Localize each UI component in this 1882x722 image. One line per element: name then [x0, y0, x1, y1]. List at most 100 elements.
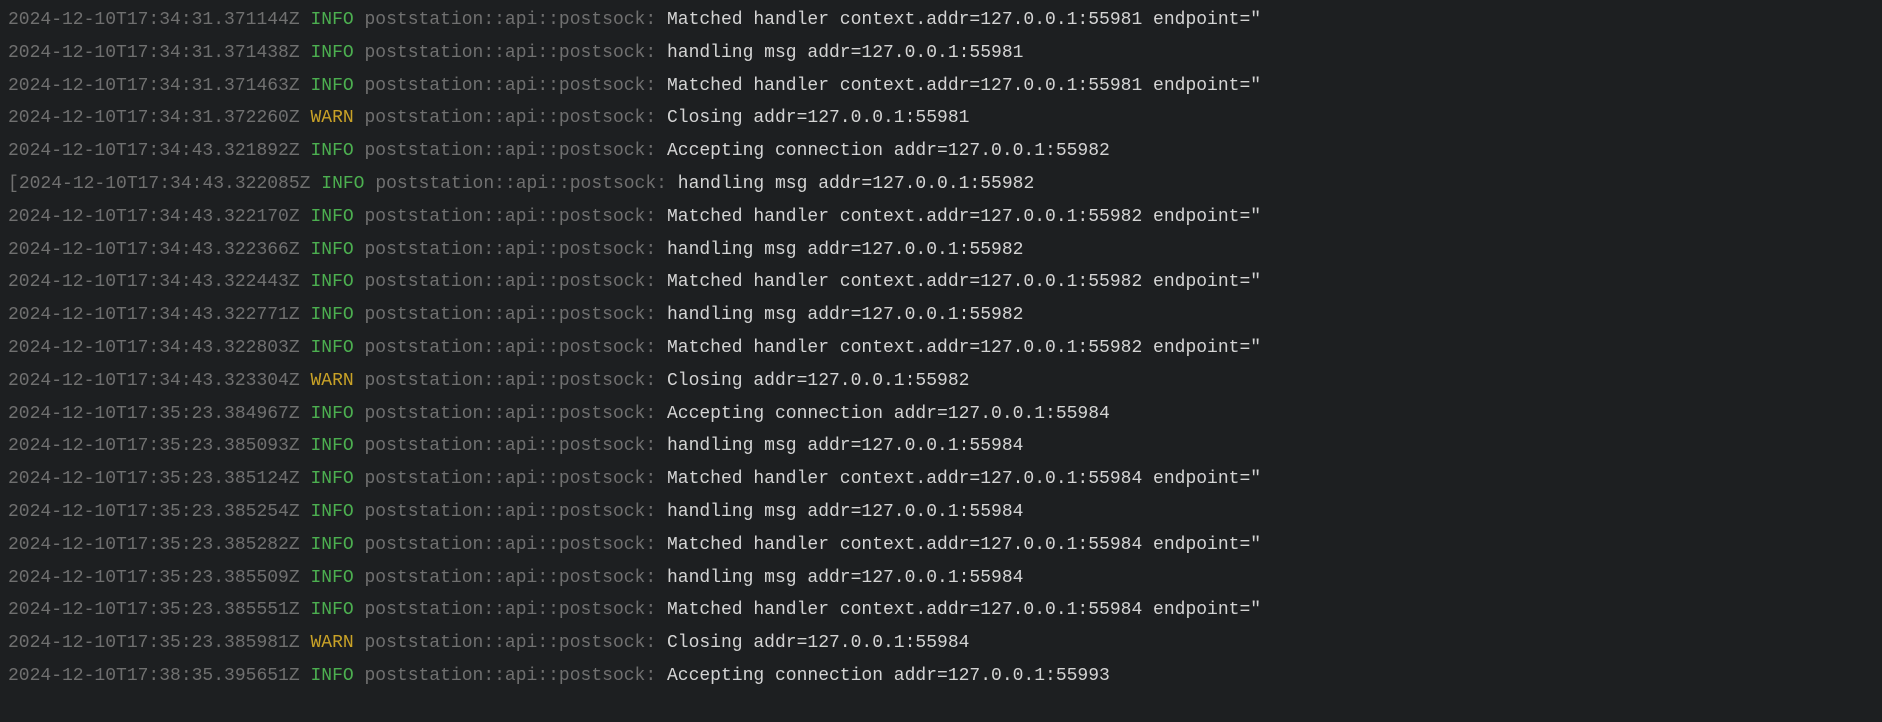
log-level: INFO	[310, 240, 353, 260]
log-timestamp: 2024-12-10T17:35:23.385282Z	[8, 535, 300, 555]
log-line: 2024-12-10T17:35:23.385124Z INFO poststa…	[8, 463, 1874, 496]
log-line: 2024-12-10T17:35:23.385093Z INFO poststa…	[8, 430, 1874, 463]
log-line: 2024-12-10T17:35:23.385282Z INFO poststa…	[8, 529, 1874, 562]
log-module: poststation::api::postsock:	[365, 502, 657, 522]
log-level: INFO	[310, 404, 353, 424]
log-level: INFO	[310, 43, 353, 63]
log-level: INFO	[310, 600, 353, 620]
log-level: WARN	[310, 633, 353, 653]
log-line: 2024-12-10T17:34:43.323304Z WARN poststa…	[8, 365, 1874, 398]
log-line: 2024-12-10T17:35:23.384967Z INFO poststa…	[8, 398, 1874, 431]
log-level: INFO	[310, 666, 353, 686]
log-line: 2024-12-10T17:34:31.371144Z INFO poststa…	[8, 4, 1874, 37]
log-module: poststation::api::postsock:	[365, 436, 657, 456]
log-timestamp: 2024-12-10T17:34:31.371144Z	[8, 10, 300, 30]
log-module: poststation::api::postsock:	[365, 568, 657, 588]
log-module: poststation::api::postsock:	[365, 141, 657, 161]
log-line: 2024-12-10T17:35:23.385254Z INFO poststa…	[8, 496, 1874, 529]
log-message: Closing addr=127.0.0.1:55984	[667, 633, 969, 653]
log-message: handling msg addr=127.0.0.1:55984	[667, 502, 1023, 522]
log-message: Matched handler context.addr=127.0.0.1:5…	[667, 10, 1261, 30]
log-message: Matched handler context.addr=127.0.0.1:5…	[667, 272, 1261, 292]
log-line: 2024-12-10T17:34:43.322771Z INFO poststa…	[8, 299, 1874, 332]
log-module: poststation::api::postsock:	[365, 404, 657, 424]
log-timestamp: 2024-12-10T17:34:43.322085Z	[19, 174, 311, 194]
log-timestamp: 2024-12-10T17:34:43.322443Z	[8, 272, 300, 292]
log-line: [2024-12-10T17:34:43.322085Z INFO postst…	[8, 168, 1874, 201]
log-timestamp: 2024-12-10T17:35:23.384967Z	[8, 404, 300, 424]
log-module: poststation::api::postsock:	[365, 76, 657, 96]
log-timestamp: 2024-12-10T17:34:43.322366Z	[8, 240, 300, 260]
log-module: poststation::api::postsock:	[365, 43, 657, 63]
log-level: INFO	[310, 338, 353, 358]
log-module: poststation::api::postsock:	[365, 305, 657, 325]
log-message: Matched handler context.addr=127.0.0.1:5…	[667, 76, 1261, 96]
log-module: poststation::api::postsock:	[365, 272, 657, 292]
log-module: poststation::api::postsock:	[365, 535, 657, 555]
log-level: INFO	[310, 502, 353, 522]
log-level: INFO	[310, 469, 353, 489]
log-timestamp: 2024-12-10T17:34:31.371438Z	[8, 43, 300, 63]
log-line: 2024-12-10T17:34:31.371463Z INFO poststa…	[8, 70, 1874, 103]
log-module: poststation::api::postsock:	[365, 371, 657, 391]
log-message: Accepting connection addr=127.0.0.1:5598…	[667, 404, 1110, 424]
log-message: Accepting connection addr=127.0.0.1:5599…	[667, 666, 1110, 686]
log-level: INFO	[310, 10, 353, 30]
log-module: poststation::api::postsock:	[365, 108, 657, 128]
log-line: 2024-12-10T17:34:43.322366Z INFO poststa…	[8, 234, 1874, 267]
log-timestamp: 2024-12-10T17:35:23.385124Z	[8, 469, 300, 489]
log-message: Matched handler context.addr=127.0.0.1:5…	[667, 338, 1261, 358]
log-message: Accepting connection addr=127.0.0.1:5598…	[667, 141, 1110, 161]
log-timestamp: 2024-12-10T17:35:23.385551Z	[8, 600, 300, 620]
log-timestamp: 2024-12-10T17:34:43.322771Z	[8, 305, 300, 325]
log-module: poststation::api::postsock:	[365, 10, 657, 30]
log-timestamp: 2024-12-10T17:34:43.322803Z	[8, 338, 300, 358]
log-line: 2024-12-10T17:34:43.322803Z INFO poststa…	[8, 332, 1874, 365]
log-line: 2024-12-10T17:34:43.322443Z INFO poststa…	[8, 266, 1874, 299]
log-level: INFO	[321, 174, 364, 194]
log-line: 2024-12-10T17:34:31.371438Z INFO poststa…	[8, 37, 1874, 70]
log-message: Matched handler context.addr=127.0.0.1:5…	[667, 207, 1261, 227]
log-level: INFO	[310, 535, 353, 555]
log-timestamp: 2024-12-10T17:35:23.385254Z	[8, 502, 300, 522]
log-timestamp: 2024-12-10T17:34:31.371463Z	[8, 76, 300, 96]
log-message: handling msg addr=127.0.0.1:55984	[667, 568, 1023, 588]
log-prefix: [	[8, 174, 19, 194]
log-timestamp: 2024-12-10T17:35:23.385093Z	[8, 436, 300, 456]
log-level: INFO	[310, 76, 353, 96]
log-line: 2024-12-10T17:34:31.372260Z WARN poststa…	[8, 102, 1874, 135]
log-timestamp: 2024-12-10T17:34:43.321892Z	[8, 141, 300, 161]
log-message: Closing addr=127.0.0.1:55981	[667, 108, 969, 128]
log-level: INFO	[310, 568, 353, 588]
log-module: poststation::api::postsock:	[365, 633, 657, 653]
log-line: 2024-12-10T17:38:35.395651Z INFO poststa…	[8, 660, 1874, 693]
log-line: 2024-12-10T17:35:23.385509Z INFO poststa…	[8, 562, 1874, 595]
log-level: INFO	[310, 207, 353, 227]
log-line: 2024-12-10T17:35:23.385981Z WARN poststa…	[8, 627, 1874, 660]
log-level: INFO	[310, 436, 353, 456]
log-message: Matched handler context.addr=127.0.0.1:5…	[667, 469, 1261, 489]
log-timestamp: 2024-12-10T17:34:43.323304Z	[8, 371, 300, 391]
log-module: poststation::api::postsock:	[365, 666, 657, 686]
log-level: INFO	[310, 305, 353, 325]
log-message: handling msg addr=127.0.0.1:55982	[678, 174, 1034, 194]
log-module: poststation::api::postsock:	[365, 240, 657, 260]
log-timestamp: 2024-12-10T17:35:23.385509Z	[8, 568, 300, 588]
log-output: 2024-12-10T17:34:31.371144Z INFO poststa…	[8, 4, 1874, 693]
log-message: Matched handler context.addr=127.0.0.1:5…	[667, 535, 1261, 555]
log-timestamp: 2024-12-10T17:34:43.322170Z	[8, 207, 300, 227]
log-level: INFO	[310, 272, 353, 292]
log-level: WARN	[310, 108, 353, 128]
log-level: WARN	[310, 371, 353, 391]
log-line: 2024-12-10T17:34:43.322170Z INFO poststa…	[8, 201, 1874, 234]
log-message: handling msg addr=127.0.0.1:55981	[667, 43, 1023, 63]
log-module: poststation::api::postsock:	[365, 469, 657, 489]
log-message: Matched handler context.addr=127.0.0.1:5…	[667, 600, 1261, 620]
log-module: poststation::api::postsock:	[365, 600, 657, 620]
log-line: 2024-12-10T17:34:43.321892Z INFO poststa…	[8, 135, 1874, 168]
log-timestamp: 2024-12-10T17:38:35.395651Z	[8, 666, 300, 686]
log-message: handling msg addr=127.0.0.1:55982	[667, 240, 1023, 260]
log-module: poststation::api::postsock:	[365, 207, 657, 227]
log-level: INFO	[310, 141, 353, 161]
log-timestamp: 2024-12-10T17:34:31.372260Z	[8, 108, 300, 128]
